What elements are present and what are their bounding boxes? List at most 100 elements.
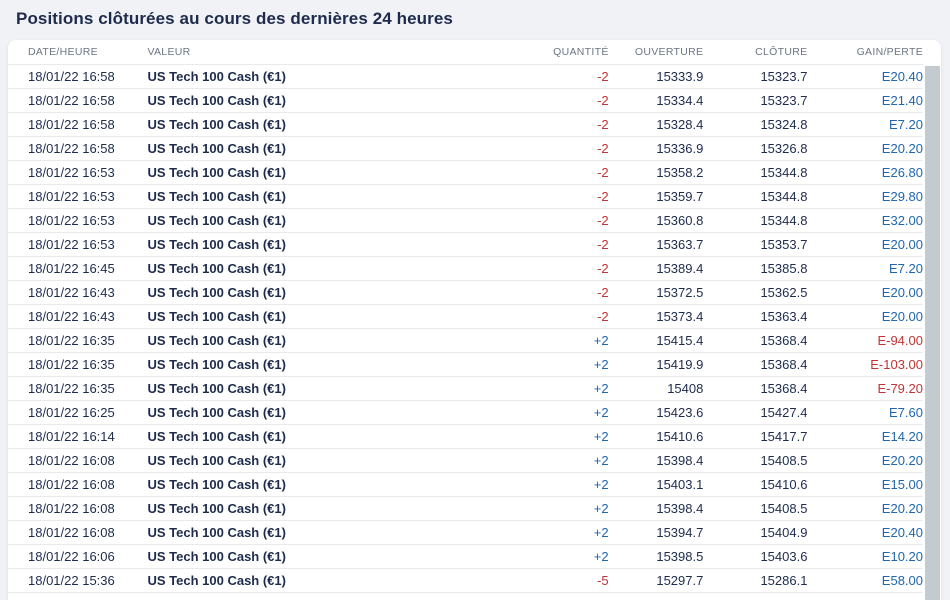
cell-valeur: US Tech 100 Cash (€1) bbox=[147, 472, 450, 497]
cell-valeur: US Tech 100 Cash (€1) bbox=[147, 352, 450, 377]
cell-ouverture: 15398.4 bbox=[608, 448, 704, 473]
cell-valeur: US Tech 100 Cash (€1) bbox=[147, 496, 450, 521]
cell-quantite: -2 bbox=[449, 256, 609, 281]
cell-datetime: 18/01/22 16:14 bbox=[8, 424, 148, 449]
cell-quantite: -2 bbox=[449, 112, 609, 137]
cell-datetime: 18/01/22 16:53 bbox=[8, 208, 148, 233]
cell-gain-perte: E58.00 bbox=[807, 568, 923, 593]
cell-ouverture: 15415.4 bbox=[608, 328, 704, 353]
table-row: 18/01/22 15:36 US Tech 100 Cash (€1) -5 … bbox=[8, 568, 923, 593]
cell-valeur: US Tech 100 Cash (€1) bbox=[147, 448, 450, 473]
cell-valeur: US Tech 100 Cash (€1) bbox=[147, 568, 450, 593]
cell-ouverture: 15297.7 bbox=[608, 568, 704, 593]
cell-cloture: 15385.8 bbox=[703, 256, 808, 281]
table-row: 18/01/22 16:14 US Tech 100 Cash (€1) +2 … bbox=[8, 424, 923, 449]
cell-cloture: 15323.7 bbox=[703, 64, 808, 89]
cell-ouverture: 15336.9 bbox=[608, 136, 704, 161]
cell-gain-perte: E-103.00 bbox=[807, 352, 923, 377]
cell-valeur: US Tech 100 Cash (€1) bbox=[147, 376, 450, 401]
cell-ouverture: 15394.7 bbox=[608, 520, 704, 545]
closed-positions-table: DATE/HEURE VALEUR QUANTITÉ OUVERTURE CLÔ… bbox=[8, 40, 923, 593]
cell-cloture: 15324.8 bbox=[703, 112, 808, 137]
cell-gain-perte: E32.00 bbox=[807, 208, 923, 233]
scrollbar-thumb[interactable] bbox=[925, 66, 940, 600]
cell-gain-perte: E10.20 bbox=[807, 544, 923, 569]
cell-cloture: 15353.7 bbox=[703, 232, 808, 257]
cell-gain-perte: E26.80 bbox=[807, 160, 923, 185]
cell-cloture: 15362.5 bbox=[703, 280, 808, 305]
cell-cloture: 15344.8 bbox=[703, 184, 808, 209]
cell-cloture: 15408.5 bbox=[703, 448, 808, 473]
table-row: 18/01/22 16:35 US Tech 100 Cash (€1) +2 … bbox=[8, 352, 923, 377]
cell-cloture: 15286.1 bbox=[703, 568, 808, 593]
cell-gain-perte: E29.80 bbox=[807, 184, 923, 209]
cell-ouverture: 15423.6 bbox=[608, 400, 704, 425]
cell-datetime: 18/01/22 16:25 bbox=[8, 400, 148, 425]
closed-positions-panel: DATE/HEURE VALEUR QUANTITÉ OUVERTURE CLÔ… bbox=[8, 40, 941, 600]
cell-valeur: US Tech 100 Cash (€1) bbox=[147, 184, 450, 209]
table-row: 18/01/22 16:53 US Tech 100 Cash (€1) -2 … bbox=[8, 232, 923, 257]
cell-gain-perte: E20.00 bbox=[807, 280, 923, 305]
cell-quantite: -2 bbox=[449, 232, 609, 257]
cell-quantite: +2 bbox=[449, 424, 609, 449]
cell-cloture: 15323.7 bbox=[703, 88, 808, 113]
cell-ouverture: 15419.9 bbox=[608, 352, 704, 377]
cell-gain-perte: E21.40 bbox=[807, 88, 923, 113]
cell-cloture: 15427.4 bbox=[703, 400, 808, 425]
column-header-cloture: CLÔTURE bbox=[703, 40, 808, 65]
table-row: 18/01/22 16:53 US Tech 100 Cash (€1) -2 … bbox=[8, 160, 923, 185]
table-row: 18/01/22 16:58 US Tech 100 Cash (€1) -2 … bbox=[8, 64, 923, 89]
table-row: 18/01/22 16:25 US Tech 100 Cash (€1) +2 … bbox=[8, 400, 923, 425]
cell-cloture: 15344.8 bbox=[703, 160, 808, 185]
cell-quantite: -2 bbox=[449, 136, 609, 161]
cell-valeur: US Tech 100 Cash (€1) bbox=[147, 88, 450, 113]
cell-valeur: US Tech 100 Cash (€1) bbox=[147, 328, 450, 353]
cell-quantite: +2 bbox=[449, 472, 609, 497]
cell-ouverture: 15410.6 bbox=[608, 424, 704, 449]
cell-cloture: 15368.4 bbox=[703, 352, 808, 377]
cell-datetime: 18/01/22 16:35 bbox=[8, 352, 148, 377]
table-row: 18/01/22 16:43 US Tech 100 Cash (€1) -2 … bbox=[8, 280, 923, 305]
cell-gain-perte: E20.20 bbox=[807, 136, 923, 161]
column-header-ouverture: OUVERTURE bbox=[608, 40, 704, 65]
cell-quantite: -2 bbox=[449, 304, 609, 329]
cell-datetime: 18/01/22 16:53 bbox=[8, 184, 148, 209]
cell-quantite: -2 bbox=[449, 88, 609, 113]
table-row: 18/01/22 16:08 US Tech 100 Cash (€1) +2 … bbox=[8, 496, 923, 521]
cell-datetime: 18/01/22 16:06 bbox=[8, 544, 148, 569]
cell-ouverture: 15334.4 bbox=[608, 88, 704, 113]
cell-gain-perte: E20.40 bbox=[807, 64, 923, 89]
page-title: Positions clôturées au cours des dernièr… bbox=[16, 9, 453, 28]
cell-valeur: US Tech 100 Cash (€1) bbox=[147, 424, 450, 449]
table-row: 18/01/22 16:08 US Tech 100 Cash (€1) +2 … bbox=[8, 520, 923, 545]
cell-quantite: +2 bbox=[449, 544, 609, 569]
cell-valeur: US Tech 100 Cash (€1) bbox=[147, 136, 450, 161]
column-header-valeur: VALEUR bbox=[147, 40, 450, 65]
cell-ouverture: 15363.7 bbox=[608, 232, 704, 257]
cell-gain-perte: E7.20 bbox=[807, 112, 923, 137]
cell-quantite: +2 bbox=[449, 352, 609, 377]
cell-valeur: US Tech 100 Cash (€1) bbox=[147, 232, 450, 257]
cell-gain-perte: E20.40 bbox=[807, 520, 923, 545]
cell-gain-perte: E14.20 bbox=[807, 424, 923, 449]
cell-ouverture: 15389.4 bbox=[608, 256, 704, 281]
cell-cloture: 15417.7 bbox=[703, 424, 808, 449]
cell-gain-perte: E15.00 bbox=[807, 472, 923, 497]
cell-quantite: +2 bbox=[449, 520, 609, 545]
cell-cloture: 15368.4 bbox=[703, 376, 808, 401]
cell-datetime: 18/01/22 16:53 bbox=[8, 232, 148, 257]
cell-cloture: 15404.9 bbox=[703, 520, 808, 545]
cell-cloture: 15326.8 bbox=[703, 136, 808, 161]
cell-ouverture: 15372.5 bbox=[608, 280, 704, 305]
cell-datetime: 18/01/22 15:36 bbox=[8, 568, 148, 593]
column-header-gain-perte: GAIN/PERTE bbox=[807, 40, 923, 65]
scrollbar-track[interactable] bbox=[925, 40, 940, 600]
table-row: 18/01/22 16:45 US Tech 100 Cash (€1) -2 … bbox=[8, 256, 923, 281]
table-body: 18/01/22 16:58 US Tech 100 Cash (€1) -2 … bbox=[8, 64, 923, 593]
cell-ouverture: 15408 bbox=[608, 376, 704, 401]
cell-quantite: -2 bbox=[449, 184, 609, 209]
table-row: 18/01/22 16:35 US Tech 100 Cash (€1) +2 … bbox=[8, 376, 923, 401]
cell-valeur: US Tech 100 Cash (€1) bbox=[147, 160, 450, 185]
cell-ouverture: 15359.7 bbox=[608, 184, 704, 209]
cell-quantite: +2 bbox=[449, 328, 609, 353]
